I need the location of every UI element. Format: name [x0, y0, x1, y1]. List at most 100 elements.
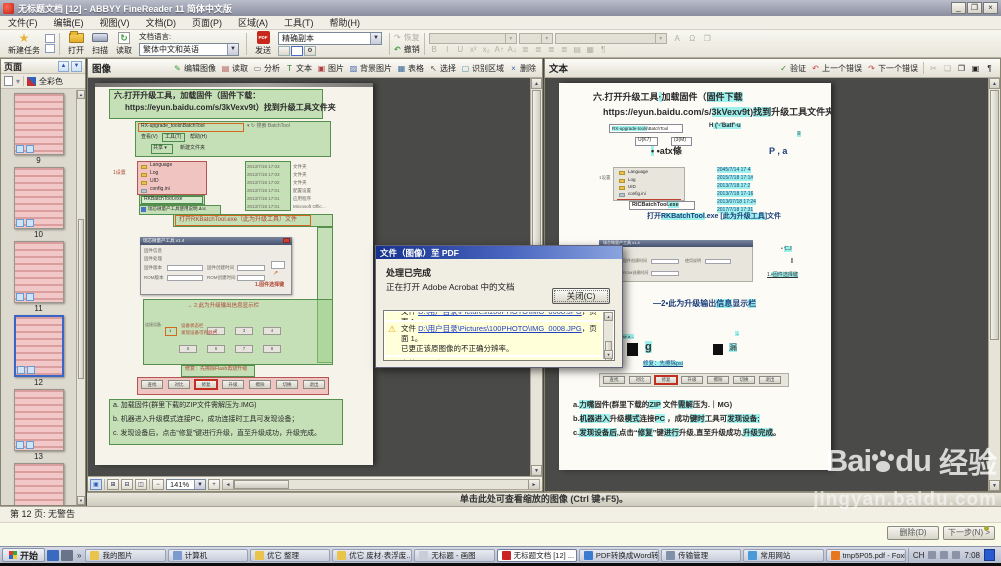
paste-special-icon[interactable]: ❐: [702, 34, 713, 43]
menu-item[interactable]: 编辑(E): [46, 16, 92, 29]
options-toggle[interactable]: ⚙: [304, 46, 316, 56]
pages-scrollbar[interactable]: ▲ ▼: [76, 90, 85, 505]
omega-icon[interactable]: Ω: [687, 34, 698, 43]
fit-width-icon[interactable]: ⊟: [121, 479, 133, 490]
taskbar-websites[interactable]: 常用网站: [743, 549, 823, 562]
minimize-button[interactable]: _: [951, 2, 966, 14]
subscript-icon[interactable]: x₂: [481, 45, 492, 54]
font-color-icon[interactable]: A: [672, 34, 683, 43]
open-button[interactable]: 打开: [64, 31, 88, 56]
mini-page-buttons[interactable]: [45, 34, 55, 53]
taskbar-folder-youta[interactable]: 优它 整理: [250, 549, 330, 562]
zoom-window-icon[interactable]: ▣: [90, 479, 102, 490]
redo-button[interactable]: ↷恢复: [394, 32, 420, 43]
warning-file-link[interactable]: D:\用户目录\Pictures\100PHOTO\IMG_0011.JPG: [418, 359, 581, 361]
delete-icon[interactable]: × 删除: [507, 62, 538, 75]
fit-height-icon[interactable]: ◫: [135, 479, 147, 490]
cut-icon[interactable]: ✂: [927, 63, 940, 74]
image-horizontal-scrollbar[interactable]: ◄ ►: [222, 479, 540, 490]
superscript-icon[interactable]: x²: [468, 45, 479, 54]
menu-item[interactable]: 工具(T): [276, 16, 322, 29]
send-button[interactable]: PDF 发送: [251, 31, 275, 56]
menu-item[interactable]: 区域(A): [230, 16, 276, 29]
align-justify-icon[interactable]: ≣: [559, 45, 570, 54]
keep-pictures-toggle[interactable]: [278, 46, 290, 56]
restore-button[interactable]: ❐: [967, 2, 982, 14]
font-size-select[interactable]: [519, 33, 553, 44]
tray-icon[interactable]: [952, 551, 960, 559]
menu-item[interactable]: 帮助(H): [322, 16, 369, 29]
scan-button[interactable]: 扫描: [88, 31, 112, 56]
background-picture-zone-icon[interactable]: ▨ 背景图片: [347, 62, 394, 75]
image-view-icon[interactable]: ▣: [969, 63, 982, 74]
taskbar-my-pictures[interactable]: 我的图片: [85, 549, 165, 562]
pilcrow-icon[interactable]: ¶: [983, 63, 996, 74]
delete-button[interactable]: 删除(D): [887, 526, 939, 540]
zoom-out-icon[interactable]: −: [152, 479, 164, 490]
taskbar-transfer[interactable]: 传输管理: [661, 549, 741, 562]
taskbar-computer[interactable]: 计算机: [168, 549, 248, 562]
read-button[interactable]: ↻ 读取: [112, 31, 136, 56]
new-task-button[interactable]: ★ 新建任务: [4, 31, 44, 56]
fit-page-icon[interactable]: ⊞: [107, 479, 119, 490]
paste-icon[interactable]: ❐: [955, 63, 968, 74]
page-up-icon[interactable]: ▲: [58, 61, 69, 72]
menu-item[interactable]: 视图(V): [92, 16, 138, 29]
page-thumbnail[interactable]: 14: [1, 463, 76, 505]
thumbnail-view-icon[interactable]: [4, 76, 13, 86]
recognition-area-icon[interactable]: ▢ 识别区域: [459, 62, 506, 75]
taskbar-folder-youta-2[interactable]: 优它 废材·表浮废...: [332, 549, 412, 562]
network-icon[interactable]: [984, 549, 995, 561]
page-thumbnail[interactable]: 13: [1, 389, 76, 461]
page-thumbnail[interactable]: 9: [1, 93, 76, 165]
menu-item[interactable]: 文件(F): [0, 16, 46, 29]
line-spacing-icon[interactable]: ▤: [572, 45, 583, 54]
tray-icon[interactable]: [928, 551, 936, 559]
menu-item[interactable]: 文档(D): [138, 16, 185, 29]
borders-icon[interactable]: ▦: [585, 45, 596, 54]
menu-item[interactable]: 页面(P): [184, 16, 230, 29]
style-select[interactable]: [555, 33, 667, 44]
quick-launch-icon[interactable]: [47, 550, 59, 561]
italic-icon[interactable]: I: [442, 45, 453, 54]
quick-launch-expand-icon[interactable]: »: [75, 551, 83, 560]
close-dialog-button[interactable]: 关闭(C): [552, 288, 610, 304]
page-thumbnail[interactable]: 10: [1, 167, 76, 239]
undo-button[interactable]: ↶撤销: [394, 44, 420, 55]
previous-error-icon[interactable]: ↶ 上一个错误: [809, 62, 864, 75]
color-mode-label[interactable]: 全彩色: [39, 76, 63, 87]
decrease-font-icon[interactable]: A↓: [507, 45, 518, 54]
formatting-marks-icon[interactable]: ¶: [598, 45, 609, 54]
align-right-icon[interactable]: ≣: [546, 45, 557, 54]
page-thumbnail[interactable]: 12: [1, 315, 76, 387]
verify-icon[interactable]: ✓ 验证: [777, 62, 808, 75]
underline-icon[interactable]: U: [455, 45, 466, 54]
copy-icon[interactable]: ❏: [941, 63, 954, 74]
bold-icon[interactable]: B: [429, 45, 440, 54]
tray-icon[interactable]: [940, 551, 948, 559]
page-down-icon[interactable]: ▼: [71, 61, 82, 72]
picture-zone-icon[interactable]: ▣ 图片: [315, 62, 346, 75]
taskbar-pdf2word[interactable]: PDF转换成Word转换...: [579, 549, 659, 562]
start-button[interactable]: 开始: [2, 548, 45, 562]
layout-mode-select[interactable]: 精确副本▼: [278, 32, 382, 45]
zoom-pane-bar[interactable]: 单击此处可查看缩放的图像 (Ctrl 键+F5)。: [87, 492, 1001, 506]
read-icon[interactable]: ▤ 读取: [219, 62, 250, 75]
font-family-select[interactable]: [429, 33, 517, 44]
align-center-icon[interactable]: ≣: [533, 45, 544, 54]
align-left-icon[interactable]: ≣: [520, 45, 531, 54]
quick-launch-icon[interactable]: [61, 550, 73, 561]
language-indicator[interactable]: CH: [913, 551, 925, 560]
page-layout-toggle[interactable]: [291, 46, 303, 56]
table-zone-icon[interactable]: ▦ 表格: [395, 62, 426, 75]
warning-list-scrollbar[interactable]: ▲ ▼: [603, 312, 613, 359]
analyze-icon[interactable]: ▭ 分析: [251, 62, 282, 75]
text-zone-icon[interactable]: T 文本: [283, 62, 314, 75]
zoom-level-select[interactable]: 141%▼: [166, 479, 206, 490]
close-button[interactable]: ×: [983, 2, 998, 14]
taskbar-finereader[interactable]: 无标题文档 [12] ...: [497, 549, 577, 562]
select-icon[interactable]: ↖ 选择: [427, 62, 458, 75]
edit-image-icon[interactable]: ✎ 编辑图像: [171, 62, 218, 75]
document-language-select[interactable]: 繁体中文和英语▼: [139, 43, 239, 56]
page-thumbnail[interactable]: 11: [1, 241, 76, 313]
